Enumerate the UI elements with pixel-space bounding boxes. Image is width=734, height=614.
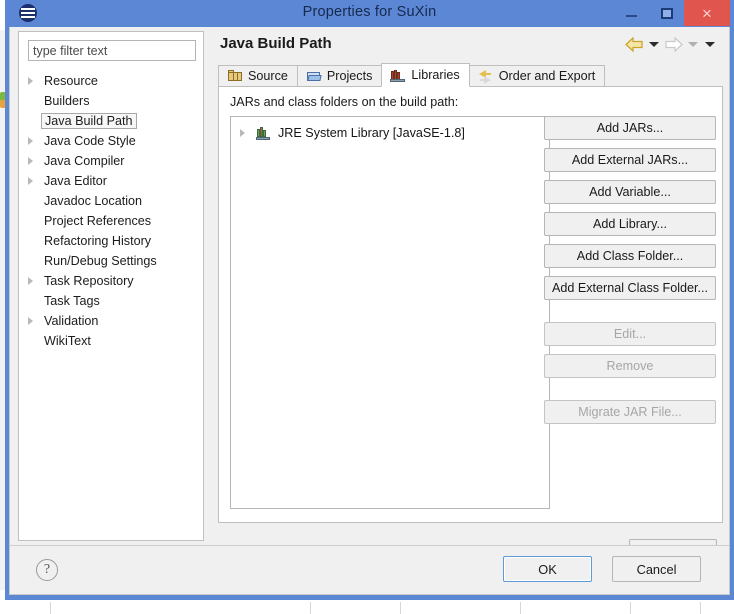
sidebar-item-resource[interactable]: Resource <box>19 71 203 91</box>
libraries-tab-panel: JARs and class folders on the build path… <box>218 86 723 523</box>
library-action-buttons: Add JARs... Add External JARs... Add Varia… <box>544 116 716 424</box>
sidebar-item-run-debug-settings[interactable]: Run/Debug Settings <box>19 251 203 271</box>
remove-button: Remove <box>544 354 716 378</box>
settings-tree: Resource Builders Java Build Path Java Code… <box>19 68 203 540</box>
sidebar-item-java-compiler[interactable]: Java Compiler <box>19 151 203 171</box>
add-class-folder-button[interactable]: Add Class Folder... <box>544 244 716 268</box>
sidebar-item-label: WikiText <box>44 334 91 348</box>
window-controls: × <box>614 0 730 26</box>
expand-triangle-icon[interactable] <box>28 157 33 165</box>
page-content-pane: Java Build Path Source Projects Librarie… <box>210 31 723 563</box>
maximize-icon <box>660 7 673 19</box>
sidebar-item-validation[interactable]: Validation <box>19 311 203 331</box>
cancel-button[interactable]: Cancel <box>612 556 701 582</box>
page-menu-chevron-down-icon[interactable] <box>705 42 715 47</box>
expand-triangle-icon[interactable] <box>240 129 245 137</box>
properties-dialog-window: Properties for SuXin × Resource Builders J… <box>5 0 734 600</box>
close-button[interactable]: × <box>684 0 730 26</box>
build-path-tabs: Source Projects Libraries Order and Export <box>218 63 723 87</box>
build-path-entry-label: JRE System Library [JavaSE-1.8] <box>278 125 465 140</box>
sidebar-item-label: Javadoc Location <box>44 194 143 208</box>
build-path-label: JARs and class folders on the build path… <box>230 95 459 109</box>
tab-source[interactable]: Source <box>218 65 298 87</box>
add-jars-button[interactable]: Add JARs... <box>544 116 716 140</box>
sidebar-item-label: Java Build Path <box>41 113 137 129</box>
edit-button: Edit... <box>544 322 716 346</box>
ok-button[interactable]: OK <box>503 556 592 582</box>
page-header: Java Build Path <box>210 31 723 63</box>
sidebar-item-refactoring-history[interactable]: Refactoring History <box>19 231 203 251</box>
build-path-entries-tree[interactable]: JRE System Library [JavaSE-1.8] <box>230 116 550 509</box>
sidebar-item-label: Run/Debug Settings <box>44 254 157 268</box>
title-bar[interactable]: Properties for SuXin × <box>9 0 730 27</box>
source-folder-icon <box>227 69 243 83</box>
sidebar-item-label: Task Repository <box>44 274 134 288</box>
order-export-icon <box>478 69 494 84</box>
forward-history-chevron-down-icon[interactable] <box>688 42 698 47</box>
add-external-class-folder-button[interactable]: Add External Class Folder... <box>544 276 716 300</box>
build-path-entry[interactable]: JRE System Library [JavaSE-1.8] <box>231 123 549 142</box>
dialog-footer: ? OK Cancel <box>10 545 729 594</box>
help-button[interactable]: ? <box>36 559 58 581</box>
filter-text-input[interactable] <box>28 40 196 61</box>
dialog-body: Resource Builders Java Build Path Java Code… <box>9 27 730 595</box>
background-taskbar-strip <box>0 600 734 614</box>
sidebar-item-label: Java Editor <box>44 174 107 188</box>
expand-triangle-icon[interactable] <box>28 277 33 285</box>
tab-label: Libraries <box>411 68 460 82</box>
sidebar-item-label: Project References <box>44 214 152 228</box>
tab-libraries[interactable]: Libraries <box>381 63 470 87</box>
expand-triangle-icon[interactable] <box>28 317 33 325</box>
sidebar-item-builders[interactable]: Builders <box>19 91 203 111</box>
sidebar-item-java-build-path[interactable]: Java Build Path <box>19 111 203 131</box>
tab-label: Source <box>248 69 288 83</box>
sidebar-item-task-repository[interactable]: Task Repository <box>19 271 203 291</box>
sidebar-item-java-code-style[interactable]: Java Code Style <box>19 131 203 151</box>
expand-triangle-icon[interactable] <box>28 77 33 85</box>
add-library-button[interactable]: Add Library... <box>544 212 716 236</box>
tab-label: Order and Export <box>498 69 596 83</box>
settings-tree-pane: Resource Builders Java Build Path Java Code… <box>18 31 204 541</box>
sidebar-item-wikitext[interactable]: WikiText <box>19 331 203 351</box>
add-variable-button[interactable]: Add Variable... <box>544 180 716 204</box>
minimize-button[interactable] <box>614 0 649 26</box>
sidebar-item-label: Builders <box>44 94 90 108</box>
libraries-books-icon <box>390 68 406 82</box>
back-history-chevron-down-icon[interactable] <box>649 42 659 47</box>
tab-label: Projects <box>326 69 373 83</box>
sidebar-item-label: Refactoring History <box>44 234 152 248</box>
projects-folder-icon <box>306 69 322 83</box>
jre-library-icon <box>255 126 272 140</box>
sidebar-item-javadoc-location[interactable]: Javadoc Location <box>19 191 203 211</box>
sidebar-item-label: Task Tags <box>44 294 100 308</box>
sidebar-item-task-tags[interactable]: Task Tags <box>19 291 203 311</box>
maximize-button[interactable] <box>649 0 684 26</box>
forward-arrow-icon[interactable] <box>664 37 683 52</box>
tab-order-and-export[interactable]: Order and Export <box>468 65 606 87</box>
expand-triangle-icon[interactable] <box>28 137 33 145</box>
migrate-jar-file-button: Migrate JAR File... <box>544 400 716 424</box>
page-nav-controls <box>625 37 717 52</box>
minimize-icon <box>626 15 637 17</box>
back-arrow-icon[interactable] <box>625 37 644 52</box>
add-external-jars-button[interactable]: Add External JARs... <box>544 148 716 172</box>
sidebar-item-label: Java Code Style <box>44 134 136 148</box>
sidebar-item-project-references[interactable]: Project References <box>19 211 203 231</box>
page-title: Java Build Path <box>220 35 332 52</box>
sidebar-item-java-editor[interactable]: Java Editor <box>19 171 203 191</box>
sidebar-item-label: Resource <box>44 74 98 88</box>
sidebar-item-label: Validation <box>44 314 99 328</box>
sidebar-item-label: Java Compiler <box>44 154 125 168</box>
tab-projects[interactable]: Projects <box>296 65 383 87</box>
expand-triangle-icon[interactable] <box>28 177 33 185</box>
